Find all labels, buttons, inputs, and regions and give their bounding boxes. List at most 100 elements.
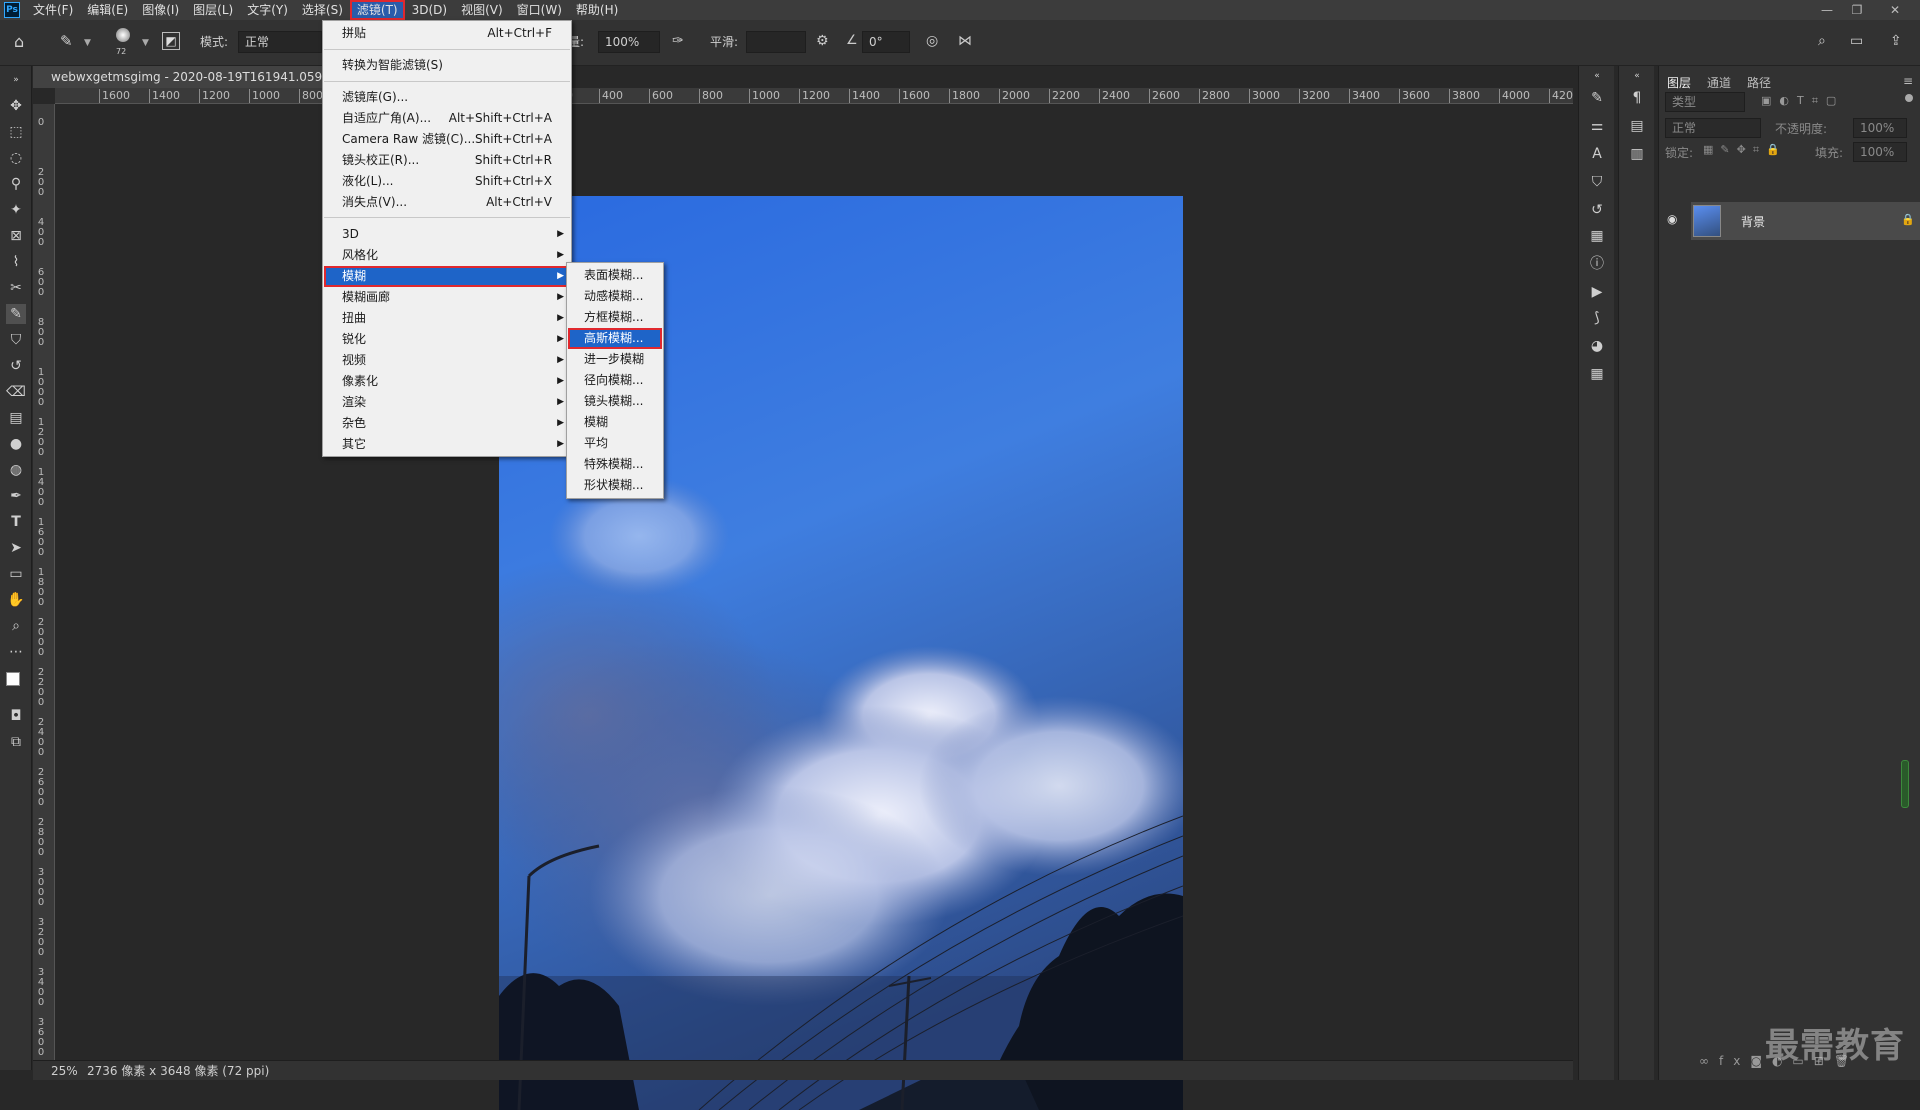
blur-menu-item[interactable]: 高斯模糊... (568, 328, 662, 349)
blur-menu-item[interactable]: 方框模糊... (568, 307, 662, 328)
filter-menu-item[interactable]: 自适应广角(A)... Alt+Shift+Ctrl+A (324, 108, 570, 129)
marquee-tool-icon[interactable]: ⬚ (6, 122, 26, 142)
lock-icons[interactable]: ▦✎✥⌗🔒 (1703, 143, 1787, 157)
quick-mask-icon[interactable]: ◘ (6, 706, 26, 726)
notes-panel-icon[interactable]: ▥ (1627, 144, 1647, 164)
blur-menu-item[interactable]: 特殊模糊... (568, 454, 662, 475)
collapse-icon[interactable]: « (1627, 66, 1647, 86)
filter-menu-item[interactable]: Camera Raw 滤镜(C)... Shift+Ctrl+A (324, 129, 570, 150)
menu-view[interactable]: 视图(V) (454, 0, 510, 20)
paragraph-panel-icon[interactable]: ¶ (1627, 88, 1647, 108)
document-info[interactable]: 2736 像素 x 3648 像素 (72 ppi) (87, 1061, 269, 1081)
brush-settings-icon[interactable]: ◩ (162, 32, 180, 50)
document-tab[interactable]: webwxgetmsgimg - 2020-08-19T161941.059.j… (33, 66, 329, 88)
search-icon[interactable]: ⌕ (1818, 33, 1826, 49)
opacity-input[interactable]: 100% (1853, 118, 1907, 138)
path-select-tool-icon[interactable]: ➤ (6, 538, 26, 558)
layer-name[interactable]: 背景 (1741, 213, 1765, 230)
eyedropper-tool-icon[interactable]: ⌇ (6, 252, 26, 272)
blur-menu-item[interactable]: 模糊 (568, 412, 662, 433)
filter-menu-item[interactable]: 滤镜库(G)... (324, 87, 570, 108)
flow-input[interactable]: 100% (598, 31, 660, 53)
type-tool-icon[interactable]: T (6, 512, 26, 532)
history-brush-tool-icon[interactable]: ↺ (6, 356, 26, 376)
character-panel-icon[interactable]: A (1587, 144, 1607, 164)
filter-menu-item[interactable]: 扭曲 ▶ (324, 308, 570, 329)
actions-panel-icon[interactable]: ▶ (1587, 282, 1607, 302)
restore-icon[interactable]: ❐ (1842, 0, 1872, 20)
screen-mode-icon[interactable]: ⧉ (6, 732, 26, 752)
clone-source-panel-icon[interactable]: ⛉ (1587, 172, 1607, 192)
move-tool-icon[interactable]: ✥ (6, 96, 26, 116)
layer-row-background[interactable]: 背景 🔒 (1691, 202, 1920, 240)
brush-preset-icon[interactable]: ✎ (60, 32, 80, 52)
collapse-icon[interactable]: « (1587, 66, 1607, 86)
filter-menu-item[interactable]: 镜头校正(R)... Shift+Ctrl+R (324, 150, 570, 171)
more-tools-icon[interactable]: ⋯ (6, 642, 26, 662)
blur-menu-item[interactable]: 镜头模糊... (568, 391, 662, 412)
share-icon[interactable]: ⇪ (1890, 33, 1902, 49)
filter-menu-item[interactable]: 杂色 ▶ (324, 413, 570, 434)
brush-tip-icon[interactable] (116, 28, 130, 42)
filter-menu-item[interactable]: 锐化 ▶ (324, 329, 570, 350)
adjustments-panel-icon[interactable]: ⚌ (1587, 116, 1607, 136)
filter-menu-item[interactable]: 视频 ▶ (324, 350, 570, 371)
chevron-down-icon[interactable]: ▼ (84, 38, 91, 48)
filter-menu-item[interactable]: 液化(L)... Shift+Ctrl+X (324, 171, 570, 192)
libraries-panel-icon[interactable]: ▦ (1587, 226, 1607, 246)
panel-menu-icon[interactable]: ≡ (1903, 74, 1913, 88)
blur-menu-item[interactable]: 进一步模糊 (568, 349, 662, 370)
filter-menu-item[interactable]: 其它 ▶ (324, 434, 570, 455)
menu-3d[interactable]: 3D(D) (405, 0, 454, 20)
blur-menu-item[interactable]: 形状模糊... (568, 475, 662, 496)
workspace-icon[interactable]: ▭ (1850, 33, 1863, 49)
filter-menu-item[interactable]: 模糊画廊 ▶ (324, 287, 570, 308)
history-panel-icon[interactable]: ↺ (1587, 200, 1607, 220)
menu-filter[interactable]: 滤镜(T) (349, 0, 405, 20)
swatches-panel-icon[interactable]: ▦ (1587, 364, 1607, 384)
layer-filter-icons[interactable]: ▣◐T⌗▢ (1761, 94, 1844, 108)
zoom-tool-icon[interactable]: ⌕ (6, 616, 26, 636)
filter-menu-item[interactable]: 模糊 ▶ (324, 266, 570, 287)
tab-paths[interactable]: 路径 (1747, 74, 1771, 91)
color-panel-icon[interactable]: ◕ (1587, 336, 1607, 356)
scroll-indicator[interactable] (1901, 760, 1909, 808)
magic-wand-tool-icon[interactable]: ✦ (6, 200, 26, 220)
lasso-tool-icon[interactable]: ◌ (6, 148, 26, 168)
dodge-tool-icon[interactable]: ◍ (6, 460, 26, 480)
filter-menu-item[interactable]: 3D ▶ (324, 224, 570, 245)
paths-panel-icon[interactable]: ⟆ (1587, 308, 1607, 328)
layer-kind-filter[interactable]: 类型 (1665, 92, 1745, 112)
rectangle-tool-icon[interactable]: ▭ (6, 564, 26, 584)
visibility-eye-icon[interactable]: ◉ (1667, 212, 1677, 226)
menu-image[interactable]: 图像(I) (135, 0, 186, 20)
menu-help[interactable]: 帮助(H) (569, 0, 625, 20)
blend-mode-select[interactable]: 正常 (1665, 118, 1761, 138)
fill-input[interactable]: 100% (1853, 142, 1907, 162)
home-icon[interactable]: ⌂ (14, 32, 34, 52)
mode-select[interactable]: 正常 (238, 31, 322, 53)
foreground-color-swatch[interactable] (6, 672, 20, 686)
blur-tool-icon[interactable]: ● (6, 434, 26, 454)
filter-menu-item[interactable]: 像素化 ▶ (324, 371, 570, 392)
filter-menu-item[interactable]: 拼贴 Alt+Ctrl+F (324, 23, 570, 44)
eraser-tool-icon[interactable]: ⌫ (6, 382, 26, 402)
blur-menu-item[interactable]: 平均 (568, 433, 662, 454)
gradient-tool-icon[interactable]: ▤ (6, 408, 26, 428)
menu-select[interactable]: 选择(S) (295, 0, 350, 20)
filter-menu-item[interactable]: 风格化 ▶ (324, 245, 570, 266)
filter-menu-item[interactable]: 渲染 ▶ (324, 392, 570, 413)
menu-file[interactable]: 文件(F) (26, 0, 80, 20)
close-icon[interactable]: ✕ (1880, 0, 1910, 20)
menu-layer[interactable]: 图层(L) (186, 0, 240, 20)
pen-tool-icon[interactable]: ✒ (6, 486, 26, 506)
airbrush-icon[interactable]: ✑ (672, 33, 684, 49)
info-icon[interactable]: ⓘ (1587, 254, 1607, 274)
symmetry-icon[interactable]: ⋈ (958, 33, 972, 49)
hand-tool-icon[interactable]: ✋ (6, 590, 26, 610)
collapse-icon[interactable]: » (6, 70, 26, 90)
blur-menu-item[interactable]: 动感模糊... (568, 286, 662, 307)
filter-toggle-icon[interactable] (1905, 94, 1913, 102)
pressure-icon[interactable]: ◎ (926, 33, 938, 49)
stamp-tool-icon[interactable]: ⛉ (6, 330, 26, 350)
